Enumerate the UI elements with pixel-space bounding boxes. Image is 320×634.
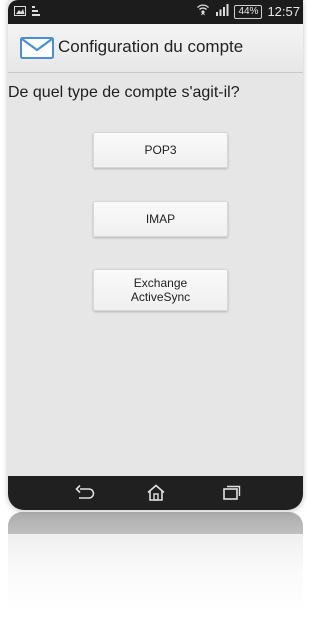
home-icon[interactable] [145, 484, 167, 507]
page-title: Configuration du compte [58, 37, 244, 56]
clock: 12:57 [267, 4, 300, 19]
account-type-panel: De quel type de compte s'agit-il? POP3 I… [8, 73, 303, 476]
action-bar: Configuration du compte [8, 24, 303, 73]
imap-button-label: IMAP [145, 212, 176, 226]
reflection-fade [8, 512, 303, 622]
back-icon[interactable] [74, 484, 96, 507]
phone-reflection [8, 512, 303, 622]
status-indicators: 44% 12:57 [196, 3, 300, 20]
wifi-hotspot-icon [196, 3, 210, 20]
navigation-bar [8, 476, 303, 510]
screenshot-stage: 44% 12:57 Configuration du compte De que… [0, 0, 303, 634]
battery-indicator: 44% [234, 4, 263, 19]
status-bar: 44% 12:57 [8, 0, 303, 24]
phone-screen: 44% 12:57 Configuration du compte De que… [8, 0, 303, 510]
exchange-label-line2: ActiveSync [130, 290, 191, 304]
account-type-question: De quel type de compte s'agit-il? [8, 84, 240, 101]
recent-apps-icon[interactable] [220, 484, 242, 507]
exchange-activesync-button[interactable]: Exchange ActiveSync [93, 269, 228, 311]
mail-icon[interactable] [20, 36, 54, 60]
status-notifications [14, 5, 40, 19]
sim-notification-icon [32, 5, 40, 19]
exchange-label-line1: Exchange [133, 276, 188, 290]
gallery-notification-icon [14, 5, 26, 19]
exchange-activesync-button-label: Exchange ActiveSync [131, 276, 190, 304]
signal-strength-icon [215, 4, 229, 19]
pop3-button-label: POP3 [144, 143, 177, 157]
imap-button[interactable]: IMAP [93, 201, 228, 237]
pop3-button[interactable]: POP3 [93, 132, 228, 168]
